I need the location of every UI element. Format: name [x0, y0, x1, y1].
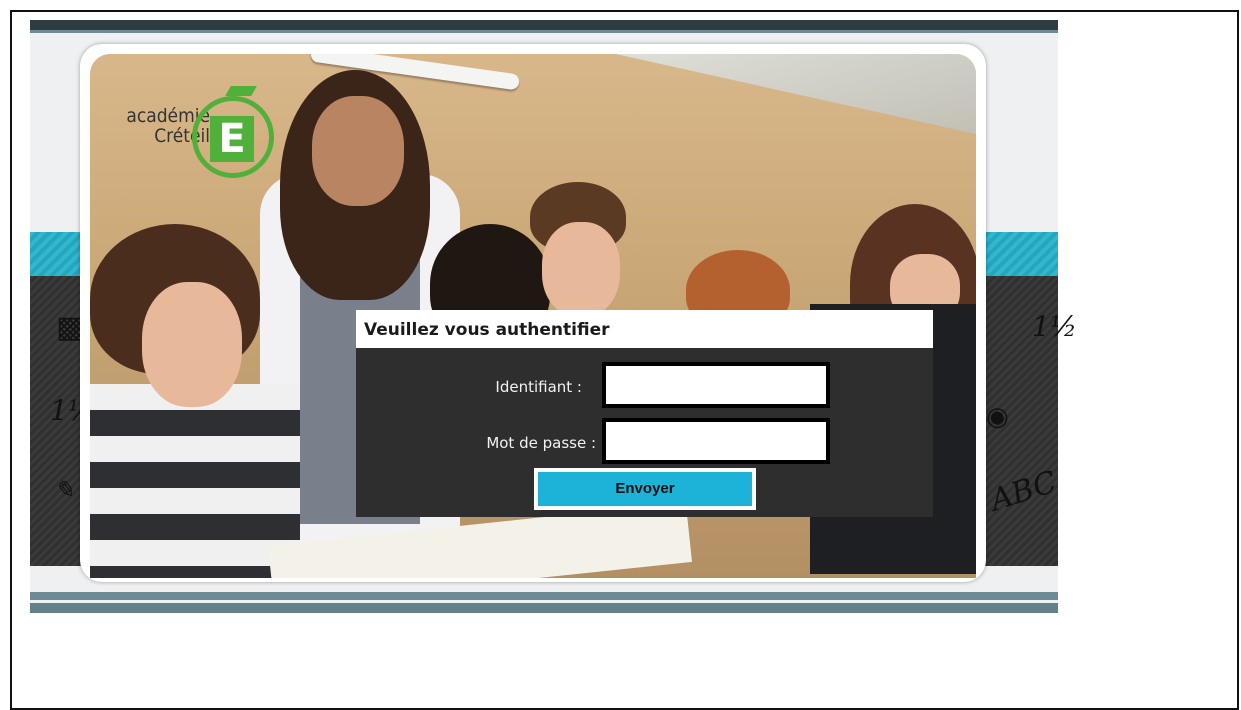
logo-letter: E	[210, 116, 254, 162]
submit-button-label: Envoyer	[538, 472, 752, 506]
logo-accent	[225, 86, 257, 96]
username-field[interactable]	[602, 362, 830, 408]
academie-creteil-logo: académie Créteil E	[100, 72, 280, 182]
submit-button[interactable]: Envoyer	[534, 468, 756, 510]
top-line	[30, 30, 1058, 33]
bottom-line-1	[30, 592, 1058, 600]
password-label: Mot de passe :	[486, 434, 596, 452]
password-field[interactable]	[602, 418, 830, 464]
bottom-line-2	[30, 603, 1058, 613]
eye-doodle-icon: ◉	[986, 402, 1009, 432]
login-panel: Veuillez vous authentifier Identifiant :…	[356, 310, 933, 517]
top-bar	[30, 20, 1058, 30]
number-doodle-right-icon: 1½	[1032, 310, 1077, 343]
username-label: Identifiant :	[495, 378, 582, 396]
pencil-doodle-icon: ✎	[54, 476, 75, 504]
ceiling	[616, 54, 976, 134]
abc-doodle: ABC	[986, 464, 1061, 519]
login-title: Veuillez vous authentifier	[356, 310, 933, 348]
